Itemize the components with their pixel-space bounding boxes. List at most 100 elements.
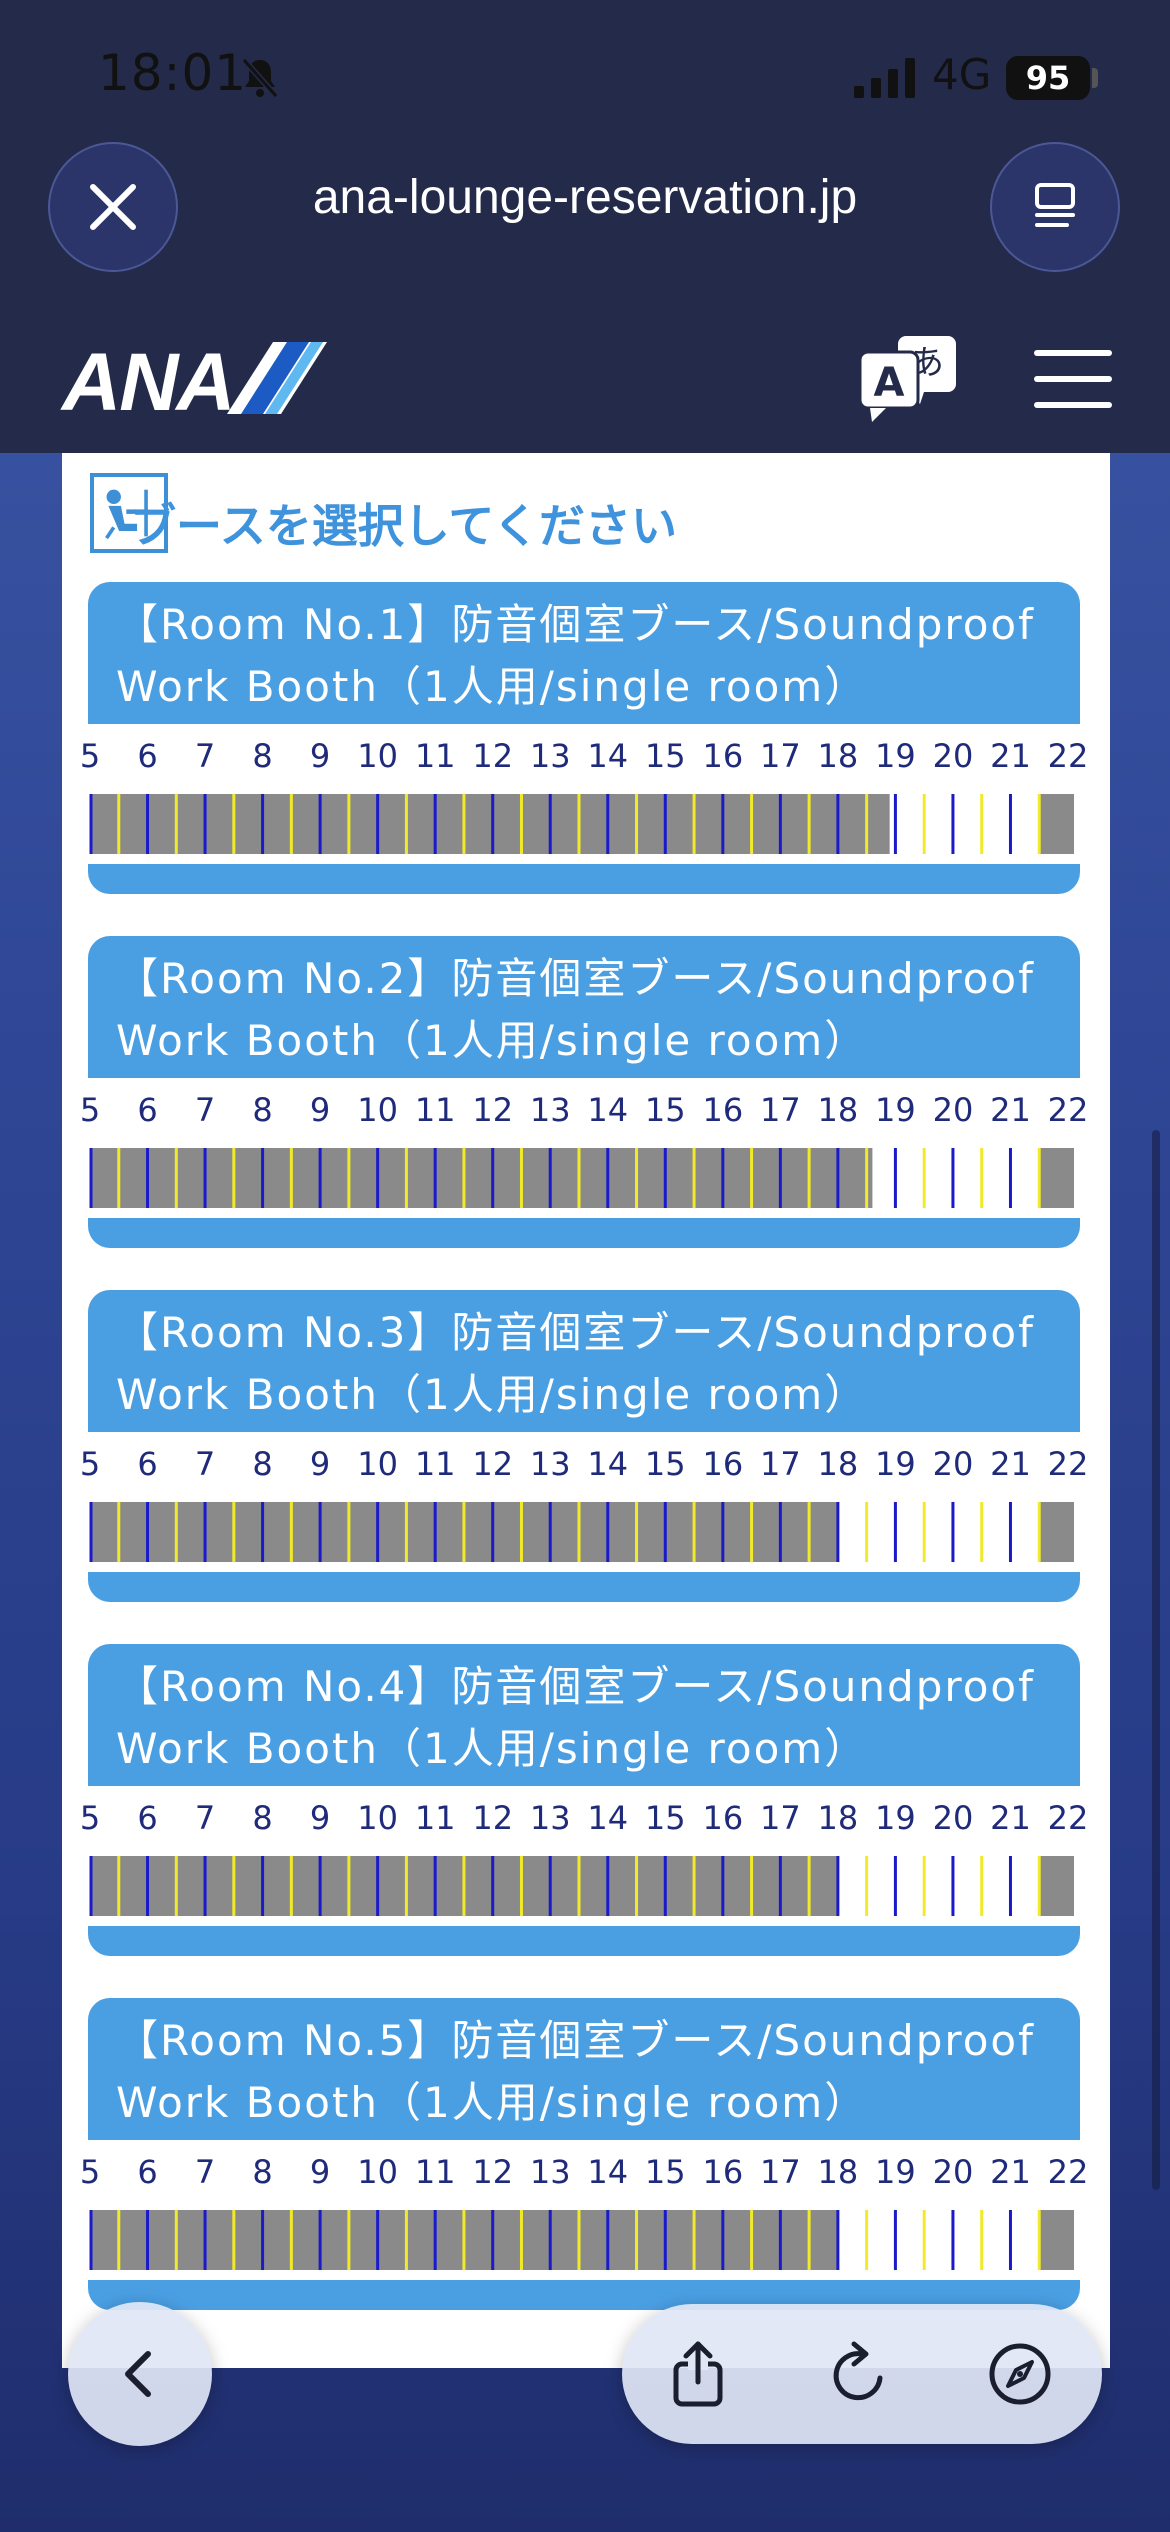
booked-block	[90, 794, 890, 854]
compass-icon[interactable]	[984, 2338, 1056, 2410]
hour-label: 7	[194, 1091, 216, 1129]
hour-label: 8	[252, 1799, 273, 1837]
hour-label: 18	[817, 1445, 859, 1483]
hour-label: 16	[702, 737, 744, 775]
hour-label: 7	[194, 1445, 216, 1483]
hour-label: 15	[644, 1799, 686, 1837]
hour-label: 17	[759, 1091, 801, 1129]
hour-label: 7	[194, 2153, 216, 2191]
hour-label: 13	[529, 2153, 571, 2191]
room-title[interactable]: 【Room No.3】防音個室ブース/Soundproof Work Booth（…	[88, 1290, 1080, 1432]
back-button[interactable]	[68, 2302, 212, 2446]
hour-label: 6	[137, 1799, 158, 1837]
hour-label: 11	[414, 1799, 456, 1837]
room-title-line2: Work Booth（1人用/single room）	[116, 1724, 869, 1773]
battery-indicator: 95	[1006, 56, 1090, 100]
availability-timeline[interactable]	[88, 2208, 1080, 2272]
hour-label: 12	[472, 2153, 514, 2191]
hour-label: 20	[932, 737, 974, 775]
hour-label: 22	[1047, 2153, 1089, 2191]
hour-label: 19	[875, 1091, 916, 1129]
hour-label: 20	[932, 2153, 974, 2191]
hour-label: 17	[759, 1799, 801, 1837]
hour-label: 16	[702, 2153, 744, 2191]
hour-label: 6	[137, 1091, 158, 1129]
booked-block	[1039, 1148, 1074, 1208]
hour-label: 9	[309, 1091, 331, 1129]
battery-tip	[1092, 68, 1098, 88]
room-title-line2: Work Booth（1人用/single room）	[116, 662, 869, 711]
booked-block	[1039, 794, 1074, 854]
hour-label: 17	[759, 737, 801, 775]
hour-label: 13	[529, 737, 571, 775]
close-button[interactable]	[48, 142, 178, 272]
hour-label: 6	[137, 737, 158, 775]
hour-label: 15	[644, 2153, 686, 2191]
hour-label: 7	[194, 737, 216, 775]
translate-icon[interactable]: あ A	[858, 334, 960, 424]
hour-label: 15	[644, 1091, 686, 1129]
hour-labels: 5 6 7 8 9 10 11 12 13 14 15 16 17 18 19 20 21 22	[78, 1091, 1098, 1135]
hour-label: 19	[875, 1445, 916, 1483]
room-title[interactable]: 【Room No.1】防音個室ブース/Soundproof Work Booth（…	[88, 582, 1080, 724]
hour-label: 13	[529, 1091, 571, 1129]
hour-label: 10	[357, 1799, 398, 1837]
hour-label: 10	[357, 1091, 398, 1129]
ana-logo[interactable]: ANA	[62, 336, 236, 430]
hour-label: 18	[817, 1091, 859, 1129]
hour-label: 17	[759, 1445, 801, 1483]
booked-block	[1039, 1856, 1074, 1916]
hour-label: 12	[472, 1799, 514, 1837]
room-title-line1: 【Room No.1】防音個室ブース/Soundproof	[116, 600, 1035, 649]
hour-label: 5	[79, 2153, 101, 2191]
reader-icon	[1035, 183, 1075, 227]
scrollbar[interactable]	[1152, 1130, 1160, 2190]
hour-label: 13	[529, 1445, 571, 1483]
reload-icon[interactable]	[822, 2338, 894, 2410]
room-title-line2: Work Booth（1人用/single room）	[116, 1370, 869, 1419]
room-title-line1: 【Room No.2】防音個室ブース/Soundproof	[116, 954, 1035, 1003]
room-card[interactable]: 【Room No.4】防音個室ブース/Soundproof Work Booth（…	[80, 1644, 1088, 1956]
hour-labels: 5 6 7 8 9 10 11 12 13 14 15 16 17 18 19 20 21 22	[78, 2153, 1098, 2197]
hour-label: 18	[817, 2153, 859, 2191]
hour-label: 18	[817, 1799, 859, 1837]
room-card[interactable]: 【Room No.2】防音個室ブース/Soundproof Work Booth（…	[80, 936, 1088, 1248]
room-card[interactable]: 【Room No.1】防音個室ブース/Soundproof Work Booth（…	[80, 582, 1088, 894]
hour-label: 12	[472, 737, 514, 775]
room-title[interactable]: 【Room No.2】防音個室ブース/Soundproof Work Booth（…	[88, 936, 1080, 1078]
ana-logo-stripes	[227, 342, 327, 414]
room-card[interactable]: 【Room No.3】防音個室ブース/Soundproof Work Booth（…	[80, 1290, 1088, 1602]
hour-label: 19	[875, 2153, 916, 2191]
room-title[interactable]: 【Room No.5】防音個室ブース/Soundproof Work Booth（…	[88, 1998, 1080, 2140]
share-icon[interactable]	[662, 2338, 734, 2410]
hour-label: 13	[529, 1799, 571, 1837]
availability-timeline[interactable]	[88, 792, 1080, 856]
room-card[interactable]: 【Room No.5】防音個室ブース/Soundproof Work Booth（…	[80, 1998, 1088, 2310]
hour-label: 9	[309, 1799, 331, 1837]
hamburger-menu-icon[interactable]	[1034, 350, 1112, 408]
hour-label: 6	[137, 1445, 158, 1483]
room-card-footer	[88, 864, 1080, 894]
hour-label: 12	[472, 1091, 514, 1129]
hour-label: 21	[990, 1445, 1031, 1483]
availability-timeline[interactable]	[88, 1500, 1080, 1564]
room-title[interactable]: 【Room No.4】防音個室ブース/Soundproof Work Booth（…	[88, 1644, 1080, 1786]
hour-label: 11	[414, 737, 456, 775]
hour-label: 15	[644, 737, 686, 775]
browser-toolbar	[622, 2304, 1102, 2444]
hour-label: 9	[309, 1445, 331, 1483]
hour-label: 11	[414, 2153, 456, 2191]
chevron-left-icon	[125, 2351, 151, 2397]
availability-timeline[interactable]	[88, 1146, 1080, 1210]
reader-button[interactable]	[990, 142, 1120, 272]
hour-labels: 5 6 7 8 9 10 11 12 13 14 15 16 17 18 19 20 21 22	[78, 1799, 1098, 1843]
hour-label: 19	[875, 737, 916, 775]
url-address[interactable]: ana-lounge-reservation.jp	[200, 170, 970, 225]
status-time: 18:01	[98, 44, 248, 102]
section-title: ブースを選択してください	[130, 499, 677, 553]
hour-label: 11	[414, 1091, 456, 1129]
hour-label: 16	[702, 1799, 744, 1837]
hour-labels: 5 6 7 8 9 10 11 12 13 14 15 16 17 18 19 20 21 22	[78, 1445, 1098, 1489]
availability-timeline[interactable]	[88, 1854, 1080, 1918]
silent-bell-icon	[241, 58, 279, 98]
